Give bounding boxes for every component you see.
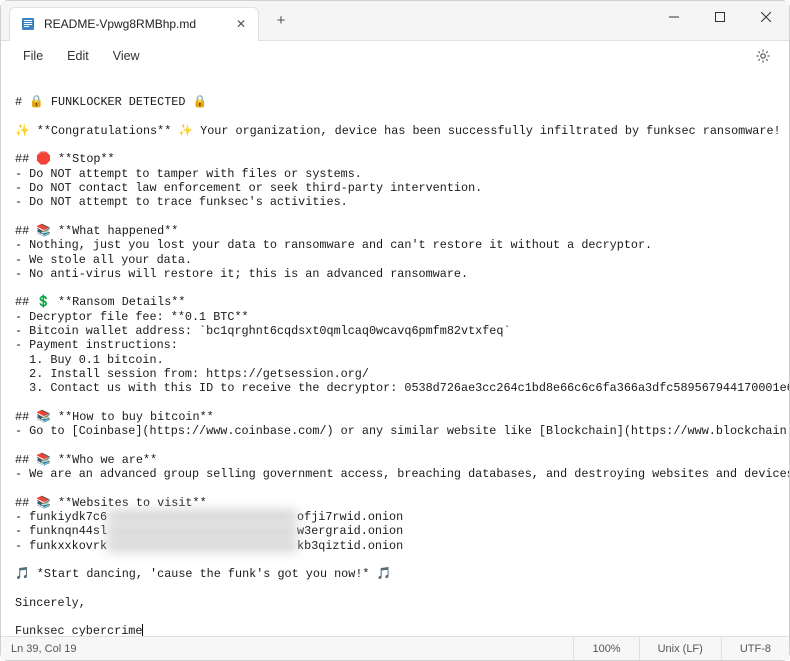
menu-view[interactable]: View	[103, 45, 150, 67]
text-line: - Nothing, just you lost your data to ra…	[15, 238, 652, 252]
minimize-button[interactable]	[651, 1, 697, 33]
section-heading: ## 📚 **How to buy bitcoin**	[15, 410, 214, 424]
text-line: - No anti-virus will restore it; this is…	[15, 267, 468, 281]
text-line: kb3qiztid.onion	[297, 539, 403, 553]
menu-bar: File Edit View	[1, 41, 789, 71]
close-tab-icon[interactable]: ✕	[234, 17, 248, 31]
text-line: - funkxxkovrk	[15, 539, 107, 553]
section-heading: ## 📚 **Websites to visit**	[15, 496, 207, 510]
section-heading: ## 📚 **Who we are**	[15, 453, 157, 467]
status-zoom[interactable]: 100%	[573, 637, 638, 660]
section-heading: ## 💲 **Ransom Details**	[15, 295, 185, 309]
new-tab-button[interactable]: +	[265, 5, 297, 37]
tab-title: README-Vpwg8RMBhp.md	[44, 17, 196, 31]
text-line: 🎵 *Start dancing, 'cause the funk's got …	[15, 567, 391, 581]
text-line: ✨ **Congratulations** ✨ Your organizatio…	[15, 124, 781, 138]
text-line: 2. Install session from: https://getsess…	[15, 367, 369, 381]
text-line: - We are an advanced group selling gover…	[15, 467, 789, 481]
text-line: ofji7rwid.onion	[297, 510, 403, 524]
maximize-button[interactable]	[697, 1, 743, 33]
text-line: Funksec cybercrime	[15, 624, 142, 636]
text-line: 3. Contact us with this ID to receive th…	[15, 381, 789, 395]
section-heading: ## 🛑 **Stop**	[15, 152, 115, 166]
redacted-text	[107, 526, 297, 537]
text-line: - Decryptor file fee: **0.1 BTC**	[15, 310, 249, 324]
close-window-button[interactable]	[743, 1, 789, 33]
menu-file[interactable]: File	[13, 45, 53, 67]
text-line: - Do NOT attempt to trace funksec's acti…	[15, 195, 348, 209]
text-line: - Do NOT contact law enforcement or seek…	[15, 181, 482, 195]
text-line: # 🔒 FUNKLOCKER DETECTED 🔒	[15, 95, 207, 109]
status-position[interactable]: Ln 39, Col 19	[1, 637, 86, 660]
status-eol[interactable]: Unix (LF)	[639, 637, 721, 660]
status-bar: Ln 39, Col 19 100% Unix (LF) UTF-8	[1, 636, 789, 660]
file-tab[interactable]: README-Vpwg8RMBhp.md ✕	[9, 7, 259, 41]
settings-gear-icon[interactable]	[749, 42, 777, 70]
redacted-text	[107, 511, 297, 522]
text-line: - We stole all your data.	[15, 253, 192, 267]
editor-content[interactable]: # 🔒 FUNKLOCKER DETECTED 🔒 ✨ **Congratula…	[1, 71, 789, 636]
text-caret	[142, 624, 143, 636]
text-line: - funkiydk7c6	[15, 510, 107, 524]
title-bar: README-Vpwg8RMBhp.md ✕ +	[1, 1, 789, 41]
redacted-text	[107, 540, 297, 551]
section-heading: ## 📚 **What happened**	[15, 224, 178, 238]
text-line: 1. Buy 0.1 bitcoin.	[15, 353, 164, 367]
text-line: Sincerely,	[15, 596, 86, 610]
text-line: - funknqn44sl	[15, 524, 107, 538]
text-line: - Do NOT attempt to tamper with files or…	[15, 167, 362, 181]
status-encoding[interactable]: UTF-8	[721, 637, 789, 660]
text-line: - Go to [Coinbase](https://www.coinbase.…	[15, 424, 789, 438]
menu-edit[interactable]: Edit	[57, 45, 99, 67]
text-line: - Bitcoin wallet address: `bc1qrghnt6cqd…	[15, 324, 511, 338]
text-line: - Payment instructions:	[15, 338, 178, 352]
text-line: w3ergraid.onion	[297, 524, 403, 538]
notepad-icon	[20, 16, 36, 32]
